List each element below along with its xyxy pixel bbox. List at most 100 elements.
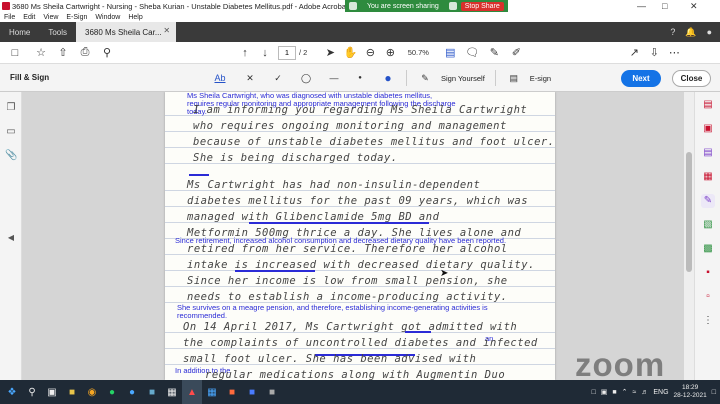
- stop-share-button[interactable]: Stop Share: [460, 1, 504, 11]
- volume-icon[interactable]: ♬: [641, 389, 648, 396]
- ink-draw-icon[interactable]: ✐: [507, 44, 525, 62]
- dot-icon[interactable]: ●: [352, 70, 368, 86]
- more-options-icon[interactable]: ⋯: [665, 44, 683, 62]
- window-title: 3680 Ms Sheila Cartwright - Nursing - Sh…: [12, 1, 401, 11]
- taskbar-search-icon[interactable]: ⚲: [22, 380, 42, 404]
- photos-icon[interactable]: ▦: [202, 380, 222, 404]
- search-icon[interactable]: ⚲: [98, 44, 116, 62]
- zoom-in-icon[interactable]: ⊕: [381, 44, 399, 62]
- line-icon[interactable]: —: [326, 70, 342, 86]
- acrobat-taskbar-icon[interactable]: ▲: [182, 380, 202, 404]
- menu-edit[interactable]: Edit: [23, 14, 35, 21]
- redact-icon[interactable]: ▫: [701, 290, 715, 304]
- edit-pdf-icon[interactable]: ▣: [701, 122, 715, 136]
- scrollbar-thumb[interactable]: [686, 152, 692, 272]
- word-icon[interactable]: ■: [242, 380, 262, 404]
- windows-start-icon[interactable]: ❖: [2, 380, 22, 404]
- upload-icon[interactable]: ⇧: [54, 44, 72, 62]
- tab-document[interactable]: 3680 Ms Sheila Car... ✕: [76, 22, 177, 42]
- clock[interactable]: 18:29 28-12-2021: [674, 384, 707, 400]
- create-pdf-tool-icon[interactable]: ▦: [701, 170, 715, 184]
- scan-ocr-icon[interactable]: ▩: [701, 242, 715, 256]
- menu-file[interactable]: File: [4, 14, 15, 21]
- pdf-page[interactable]: Ms Sheila Cartwright, who was diagnosed …: [165, 92, 555, 380]
- close-button[interactable]: Close: [672, 70, 711, 87]
- cross-mark-icon[interactable]: ✕: [242, 70, 258, 86]
- typed-note[interactable]: She survives on a meagre pension, and th…: [177, 304, 517, 320]
- fit-page-icon[interactable]: ▤: [441, 44, 459, 62]
- more-tools-icon[interactable]: ⋮: [701, 314, 715, 328]
- ink-underline: [405, 331, 431, 333]
- fill-sign-bar: Fill & Sign Ab ✕ ✓ ◯ — ● ● ✎ Sign Yourse…: [0, 64, 720, 92]
- tab-home[interactable]: Home: [0, 22, 39, 42]
- share-icon[interactable]: ↗: [625, 44, 643, 62]
- maximize-icon[interactable]: □: [662, 0, 667, 12]
- pause-share-icon[interactable]: [448, 2, 457, 10]
- notification-center-icon[interactable]: □: [712, 389, 716, 396]
- sign-pen-icon[interactable]: ✎: [417, 70, 433, 86]
- next-button[interactable]: Next: [621, 70, 661, 87]
- minimize-icon[interactable]: —: [637, 0, 646, 12]
- create-pdf-icon[interactable]: □: [6, 44, 24, 62]
- file-explorer-icon[interactable]: ■: [62, 380, 82, 404]
- store-icon[interactable]: ■: [142, 380, 162, 404]
- comment-icon[interactable]: 🗨: [463, 44, 481, 62]
- combine-files-icon[interactable]: ▤: [701, 146, 715, 160]
- fill-sign-tool-icon[interactable]: ✎: [701, 194, 715, 208]
- help-icon[interactable]: ?: [670, 27, 675, 37]
- whatsapp-icon[interactable]: ●: [102, 380, 122, 404]
- handwritten-line: On 14 April 2017, Ms Cartwright got admi…: [183, 321, 518, 333]
- select-cursor-icon[interactable]: ➤: [321, 44, 339, 62]
- menu-help[interactable]: Help: [128, 14, 142, 21]
- tray-app3-icon[interactable]: ■: [612, 389, 616, 396]
- account-avatar[interactable]: ●: [707, 27, 712, 37]
- handwritten-line: because of unstable diabetes mellitus an…: [193, 136, 555, 148]
- print-icon[interactable]: ⎙: [76, 44, 94, 62]
- app-icon[interactable]: ▦: [162, 380, 182, 404]
- vertical-scrollbar[interactable]: [684, 92, 694, 380]
- ink-color-swatch[interactable]: ●: [380, 70, 396, 86]
- zoom-app-icon[interactable]: ●: [122, 380, 142, 404]
- sign-yourself-button[interactable]: Sign Yourself: [441, 74, 485, 83]
- chrome-icon[interactable]: ◉: [82, 380, 102, 404]
- download-icon[interactable]: ⇩: [645, 44, 663, 62]
- organize-pages-icon[interactable]: ▧: [701, 218, 715, 232]
- export-pdf-icon[interactable]: ▤: [701, 98, 715, 112]
- task-view-icon[interactable]: ▣: [42, 380, 62, 404]
- protect-icon[interactable]: ▪: [701, 266, 715, 280]
- wifi-icon[interactable]: ≈: [633, 389, 637, 396]
- left-rail: ❐ ▭ 📎 ◀: [0, 92, 22, 380]
- hand-tool-icon[interactable]: ✋: [341, 44, 359, 62]
- next-page-icon[interactable]: ↓: [256, 44, 274, 62]
- zoom-level[interactable]: 50.7%: [405, 48, 431, 57]
- esign-icon[interactable]: ▤: [506, 70, 522, 86]
- close-tab-icon[interactable]: ✕: [163, 26, 170, 35]
- language-indicator[interactable]: ENG: [653, 389, 668, 396]
- esign-button[interactable]: E-sign: [530, 74, 551, 83]
- tray-app2-icon[interactable]: ▣: [601, 388, 608, 396]
- document-area[interactable]: Ms Sheila Cartwright, who was diagnosed …: [22, 92, 684, 380]
- app2-icon[interactable]: ■: [262, 380, 282, 404]
- menu-view[interactable]: View: [43, 14, 58, 21]
- bookmarks-icon[interactable]: ▭: [5, 126, 17, 138]
- page-number-input[interactable]: 1: [278, 45, 296, 60]
- close-window-icon[interactable]: ✕: [690, 0, 698, 12]
- check-mark-icon[interactable]: ✓: [270, 70, 286, 86]
- menu-window[interactable]: Window: [95, 14, 120, 21]
- tray-app-icon[interactable]: □: [592, 389, 596, 396]
- tray-overflow-icon[interactable]: ⌃: [622, 388, 628, 396]
- previous-page-icon[interactable]: ↑: [236, 44, 254, 62]
- menu-esign[interactable]: E-Sign: [66, 14, 87, 21]
- bookmark-star-icon[interactable]: ☆: [32, 44, 50, 62]
- page-thumbnails-icon[interactable]: ❐: [5, 102, 17, 114]
- highlight-pen-icon[interactable]: ✎: [485, 44, 503, 62]
- notifications-icon[interactable]: 🔔: [685, 27, 696, 38]
- powerpoint-icon[interactable]: ■: [222, 380, 242, 404]
- collapse-panel-icon[interactable]: ◀: [5, 232, 17, 244]
- attachments-icon[interactable]: 📎: [5, 150, 17, 162]
- ellipse-icon[interactable]: ◯: [298, 70, 314, 86]
- handwritten-line: needs to establish a income-producing ac…: [187, 291, 508, 303]
- zoom-out-icon[interactable]: ⊖: [361, 44, 379, 62]
- tab-tools[interactable]: Tools: [39, 22, 76, 42]
- add-text-tool[interactable]: Ab: [212, 70, 228, 86]
